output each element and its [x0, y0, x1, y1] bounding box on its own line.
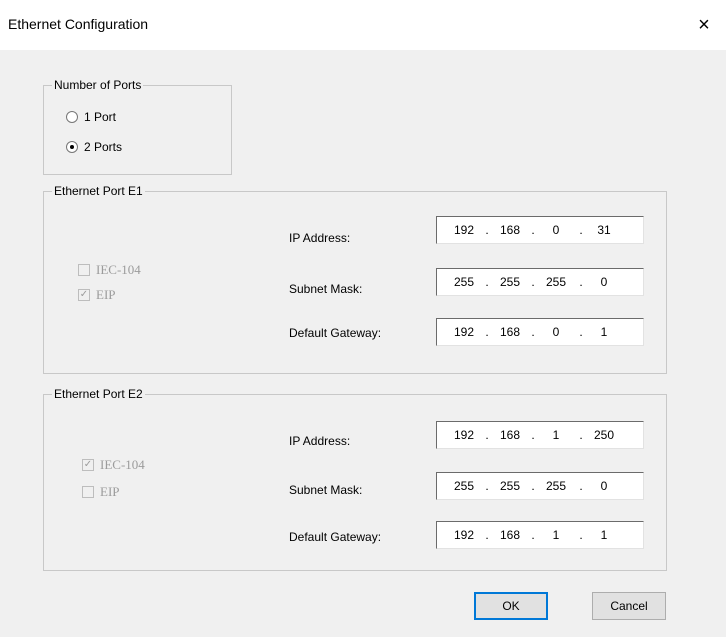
e2-default-gateway-label: Default Gateway:	[289, 530, 382, 544]
e2-iec104-label: IEC-104	[100, 457, 145, 472]
octet[interactable]: 1	[589, 325, 619, 339]
e2-ip-address-field[interactable]: 192 . 168 . 1 . 250	[436, 421, 644, 449]
title-bar: Ethernet Configuration ×	[0, 0, 726, 50]
radio-2-ports-icon	[66, 141, 78, 153]
separator: .	[531, 479, 535, 493]
e2-iec104-check-icon: ✓	[82, 459, 94, 471]
e2-iec104-checkbox[interactable]: ✓ IEC-104	[82, 457, 145, 473]
separator: .	[485, 479, 489, 493]
octet[interactable]: 192	[449, 223, 479, 237]
number-of-ports-legend: Number of Ports	[54, 78, 142, 92]
e1-ip-address-field[interactable]: 192 . 168 . 0 . 31	[436, 216, 644, 244]
e2-subnet-mask-field[interactable]: 255 . 255 . 255 . 0	[436, 472, 644, 500]
number-of-ports-group: Number of Ports	[43, 78, 232, 175]
octet[interactable]: 192	[449, 428, 479, 442]
separator: .	[485, 428, 489, 442]
e1-iec104-label: IEC-104	[96, 262, 141, 277]
ethernet-port-e1-legend: Ethernet Port E1	[54, 184, 143, 198]
octet[interactable]: 192	[449, 528, 479, 542]
e1-eip-label: EIP	[96, 287, 116, 302]
octet[interactable]: 168	[495, 325, 525, 339]
e1-iec104-check-icon	[78, 264, 90, 276]
separator: .	[531, 223, 535, 237]
separator: .	[531, 325, 535, 339]
separator: .	[579, 325, 583, 339]
ethernet-configuration-dialog: Ethernet Configuration × Number of Ports…	[0, 0, 726, 637]
ok-button[interactable]: OK	[474, 592, 548, 620]
octet[interactable]: 250	[589, 428, 619, 442]
octet[interactable]: 255	[449, 479, 479, 493]
e2-subnet-mask-label: Subnet Mask:	[289, 483, 363, 497]
separator: .	[531, 528, 535, 542]
octet[interactable]: 255	[495, 275, 525, 289]
e1-ip-address-label: IP Address:	[289, 231, 351, 245]
window-title: Ethernet Configuration	[8, 16, 149, 32]
octet[interactable]: 168	[495, 428, 525, 442]
e1-eip-check-icon: ✓	[78, 289, 90, 301]
octet[interactable]: 1	[541, 428, 571, 442]
separator: .	[485, 223, 489, 237]
radio-2-ports[interactable]: 2 Ports	[66, 140, 122, 154]
separator: .	[531, 428, 535, 442]
separator: .	[531, 275, 535, 289]
octet[interactable]: 255	[449, 275, 479, 289]
octet[interactable]: 0	[541, 325, 571, 339]
octet[interactable]: 255	[541, 479, 571, 493]
e1-default-gateway-label: Default Gateway:	[289, 326, 382, 340]
octet[interactable]: 0	[541, 223, 571, 237]
separator: .	[485, 528, 489, 542]
octet[interactable]: 255	[495, 479, 525, 493]
separator: .	[579, 428, 583, 442]
octet[interactable]: 1	[589, 528, 619, 542]
e1-eip-checkbox[interactable]: ✓ EIP	[78, 287, 116, 303]
ethernet-port-e2-legend: Ethernet Port E2	[54, 387, 143, 401]
separator: .	[485, 325, 489, 339]
e1-iec104-checkbox[interactable]: IEC-104	[78, 262, 141, 278]
cancel-button[interactable]: Cancel	[592, 592, 666, 620]
radio-1-port-icon	[66, 111, 78, 123]
e2-eip-check-icon	[82, 486, 94, 498]
radio-1-port-label: 1 Port	[84, 110, 117, 124]
octet[interactable]: 168	[495, 528, 525, 542]
e2-default-gateway-field[interactable]: 192 . 168 . 1 . 1	[436, 521, 644, 549]
e2-eip-checkbox[interactable]: EIP	[82, 484, 120, 500]
octet[interactable]: 31	[589, 223, 619, 237]
separator: .	[579, 223, 583, 237]
octet[interactable]: 0	[589, 479, 619, 493]
octet[interactable]: 0	[589, 275, 619, 289]
close-icon[interactable]: ×	[682, 0, 726, 50]
separator: .	[579, 479, 583, 493]
octet[interactable]: 255	[541, 275, 571, 289]
separator: .	[485, 275, 489, 289]
e1-subnet-mask-field[interactable]: 255 . 255 . 255 . 0	[436, 268, 644, 296]
octet[interactable]: 192	[449, 325, 479, 339]
e2-ip-address-label: IP Address:	[289, 434, 351, 448]
octet[interactable]: 1	[541, 528, 571, 542]
octet[interactable]: 168	[495, 223, 525, 237]
e2-eip-label: EIP	[100, 484, 120, 499]
radio-2-ports-label: 2 Ports	[84, 140, 123, 154]
separator: .	[579, 528, 583, 542]
separator: .	[579, 275, 583, 289]
radio-1-port[interactable]: 1 Port	[66, 110, 116, 124]
e1-subnet-mask-label: Subnet Mask:	[289, 282, 363, 296]
e1-default-gateway-field[interactable]: 192 . 168 . 0 . 1	[436, 318, 644, 346]
